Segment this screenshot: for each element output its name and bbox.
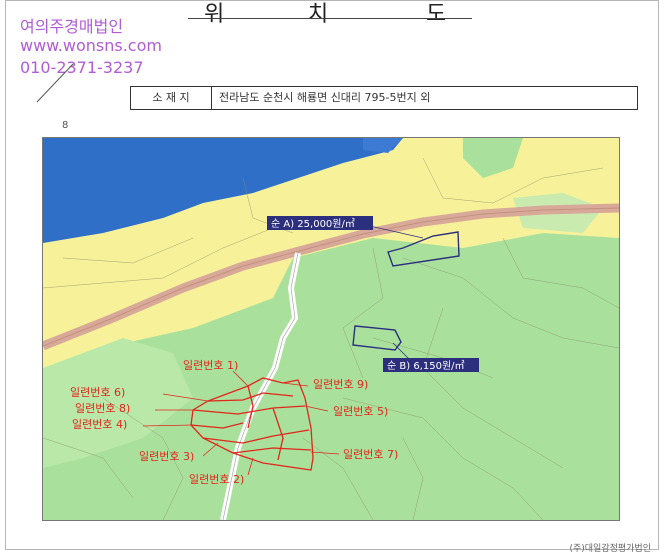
page-title: 위 치 도 (190, 0, 470, 27)
address-label: 소 재 지 (131, 87, 212, 109)
price-label-a: 순 A) 25,000원/㎡ (271, 218, 355, 230)
lot-label-8: 일련번호 8) (75, 401, 130, 415)
address-value: 전라남도 순천시 해룡면 신대리 795-5번지 외 (219, 91, 431, 104)
watermark-website: www.wonsns.com (20, 36, 162, 55)
map-corner-mark: 8 (62, 120, 69, 131)
price-label-b: 순 B) 6,150원/㎡ (387, 360, 465, 372)
title-char-3: 도 (426, 2, 447, 27)
lot-label-2: 일련번호 2) (189, 472, 244, 486)
lot-label-3: 일련번호 3) (139, 449, 194, 463)
lot-label-7: 일련번호 7) (343, 447, 398, 461)
title-char-2: 치 (308, 2, 329, 27)
lot-label-4: 일련번호 4) (72, 417, 127, 431)
lot-label-9: 일련번호 9) (313, 377, 368, 391)
watermark-company: 여의주경매법인 (20, 17, 124, 36)
location-map: 순 A) 25,000원/㎡ 순 B) 6,150원/㎡ 일련번호 1) 일련번… (42, 137, 620, 521)
title-char-1: 위 (204, 2, 225, 27)
footer-appraiser: (주)대일감정평가법인 (569, 544, 651, 554)
lot-label-1: 일련번호 1) (183, 358, 238, 372)
lot-label-5: 일련번호 5) (333, 404, 388, 418)
watermark-slash (36, 63, 74, 103)
lot-label-6: 일련번호 6) (70, 385, 125, 399)
map-canvas: 순 A) 25,000원/㎡ 순 B) 6,150원/㎡ 일련번호 1) 일련번… (43, 138, 619, 520)
address-box: 소 재 지 전라남도 순천시 해룡면 신대리 795-5번지 외 (130, 86, 638, 110)
title-underline (188, 18, 472, 19)
